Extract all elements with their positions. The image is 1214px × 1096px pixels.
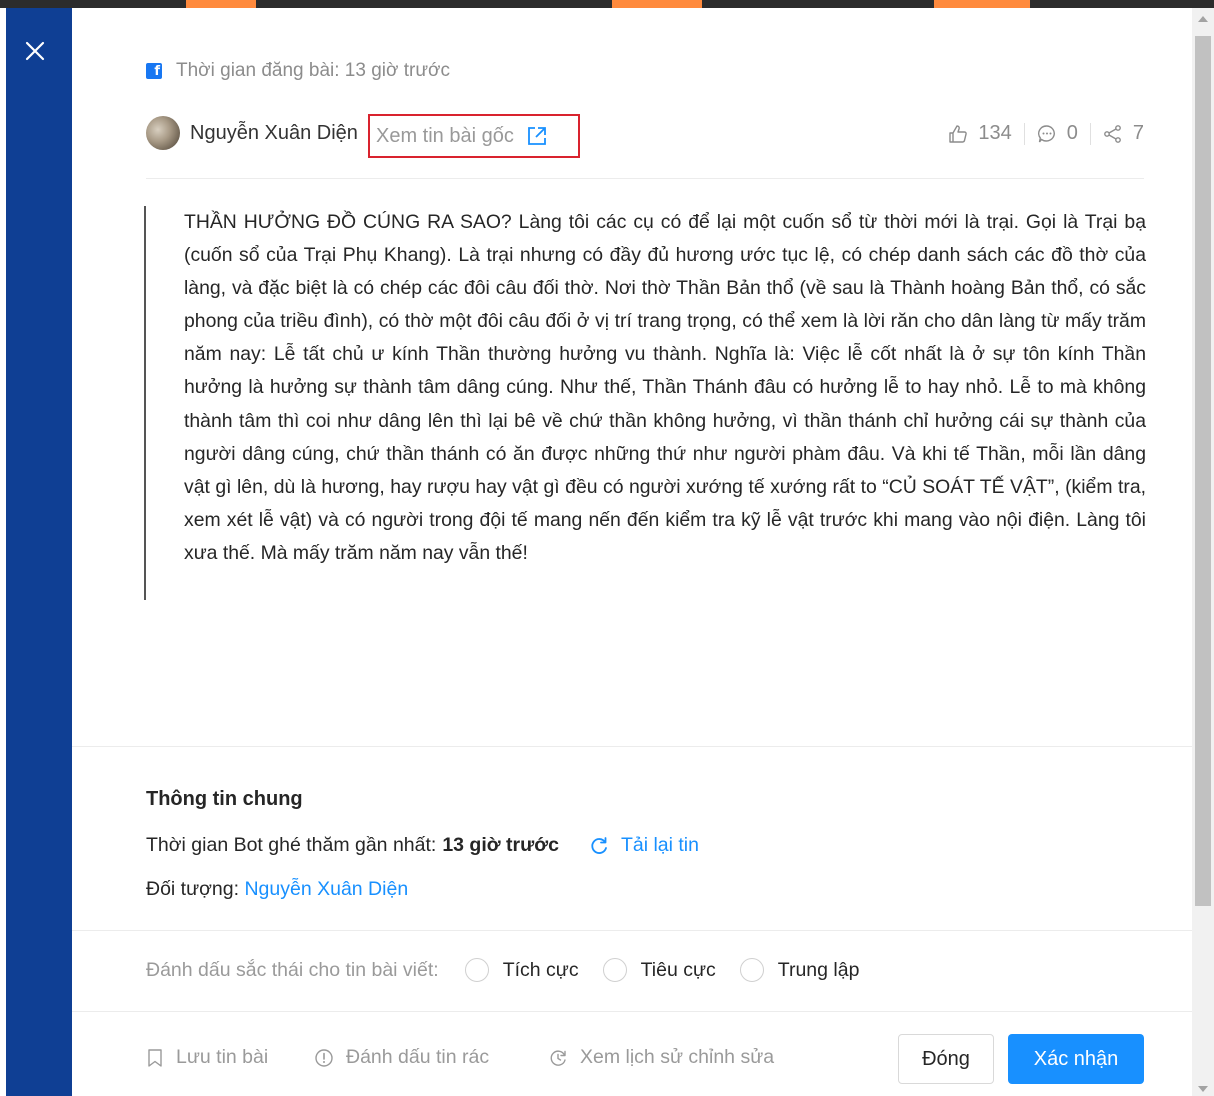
footer-actions: Lưu tin bài Đánh dấu tin rác Xem lịch sử…	[146, 1034, 1144, 1088]
post-time: f Thời gian đăng bài: 13 giờ trước	[146, 60, 450, 82]
target-link[interactable]: Nguyễn Xuân Diện	[244, 878, 408, 900]
shares-stat: 7	[1103, 122, 1144, 145]
divider	[146, 178, 1144, 179]
divider	[72, 1011, 1192, 1012]
sentiment-option-label: Trung lập	[777, 958, 860, 981]
exclamation-circle-icon	[315, 1048, 333, 1067]
close-dialog-button[interactable]: Đóng	[898, 1034, 994, 1084]
drawer-side-bar	[0, 8, 72, 1096]
bot-visit-label: Thời gian Bot ghé thăm gần nhất:	[146, 834, 437, 856]
stat-separator	[1023, 122, 1025, 145]
shares-count: 7	[1132, 122, 1144, 144]
save-post-button[interactable]: Lưu tin bài	[146, 1046, 268, 1069]
side-bar-edge	[0, 8, 6, 1096]
view-original-link[interactable]: Xem tin bài gốc	[368, 114, 580, 158]
sentiment-label: Đánh dấu sắc thái cho tin bài viết:	[146, 958, 439, 981]
comments-count: 0	[1066, 122, 1078, 144]
edit-history-button[interactable]: Xem lịch sử chỉnh sửa	[548, 1046, 774, 1069]
like-icon	[949, 124, 968, 143]
divider	[72, 930, 1192, 931]
target-row: Đối tượng: Nguyễn Xuân Diện	[146, 878, 408, 901]
avatar	[146, 116, 180, 150]
comment-icon	[1037, 124, 1055, 142]
sentiment-option-label: Tích cực	[502, 958, 579, 981]
scroll-down-arrow[interactable]	[1198, 1086, 1208, 1092]
post-detail-panel: f Thời gian đăng bài: 13 giờ trước Nguyễ…	[72, 8, 1192, 1096]
top-strip-accent	[934, 0, 1030, 8]
confirm-button[interactable]: Xác nhận	[1008, 1034, 1144, 1084]
general-info-title: Thông tin chung	[146, 788, 303, 810]
post-time-label: Thời gian đăng bài: 13 giờ trước	[176, 60, 451, 81]
radio-circle[interactable]	[464, 958, 489, 982]
likes-stat: 134	[948, 122, 1012, 145]
view-original-label: Xem tin bài gốc	[376, 124, 514, 147]
edit-history-label: Xem lịch sử chỉnh sửa	[580, 1046, 775, 1068]
scrollbar-thumb[interactable]	[1195, 36, 1211, 906]
sentiment-negative-radio[interactable]: Tiêu cực	[602, 958, 716, 982]
bot-visit-time: 13 giờ trước	[442, 834, 559, 856]
top-strip	[0, 0, 1214, 8]
author-name: Nguyễn Xuân Diện	[190, 122, 358, 144]
likes-count: 134	[978, 122, 1012, 144]
reload-button[interactable]: Tải lại tin	[589, 834, 699, 857]
scroll-up-arrow[interactable]	[1198, 16, 1208, 22]
sentiment-option-label: Tiêu cực	[640, 958, 716, 981]
author-row: Nguyễn Xuân Diện Xem tin bài gốc 134 0 7	[146, 114, 1144, 158]
close-icon	[25, 41, 45, 61]
comments-stat: 0	[1037, 122, 1078, 145]
vertical-scrollbar[interactable]	[1192, 8, 1214, 1096]
sentiment-neutral-radio[interactable]: Trung lập	[739, 958, 860, 982]
post-content: THẦN HƯỞNG ĐỒ CÚNG RA SAO? Làng tôi các …	[184, 211, 1146, 564]
top-strip-accent	[612, 0, 702, 8]
post-content-block: THẦN HƯỞNG ĐỒ CÚNG RA SAO? Làng tôi các …	[144, 206, 1146, 600]
stat-separator	[1089, 122, 1091, 145]
external-link-icon	[527, 127, 546, 145]
history-icon	[550, 1050, 566, 1066]
close-button[interactable]	[22, 38, 48, 64]
engagement-stats: 134 0 7	[948, 122, 1144, 145]
share-icon	[1103, 124, 1121, 143]
sentiment-row: Đánh dấu sắc thái cho tin bài viết: Tích…	[146, 958, 883, 982]
mark-spam-label: Đánh dấu tin rác	[346, 1046, 490, 1068]
sentiment-positive-radio[interactable]: Tích cực	[464, 958, 579, 982]
top-strip-accent	[186, 0, 256, 8]
save-post-label: Lưu tin bài	[176, 1046, 269, 1068]
top-strip-bar	[0, 0, 1214, 8]
mark-spam-button[interactable]: Đánh dấu tin rác	[314, 1046, 489, 1069]
bot-visit-row: Thời gian Bot ghé thăm gần nhất: 13 giờ …	[146, 834, 699, 857]
radio-circle[interactable]	[739, 958, 764, 982]
reload-label: Tải lại tin	[620, 834, 699, 856]
divider	[72, 746, 1192, 747]
bookmark-icon	[148, 1048, 162, 1067]
target-label: Đối tượng:	[146, 878, 245, 900]
radio-circle[interactable]	[602, 958, 627, 982]
reload-icon	[591, 836, 607, 854]
facebook-icon: f	[146, 63, 162, 79]
